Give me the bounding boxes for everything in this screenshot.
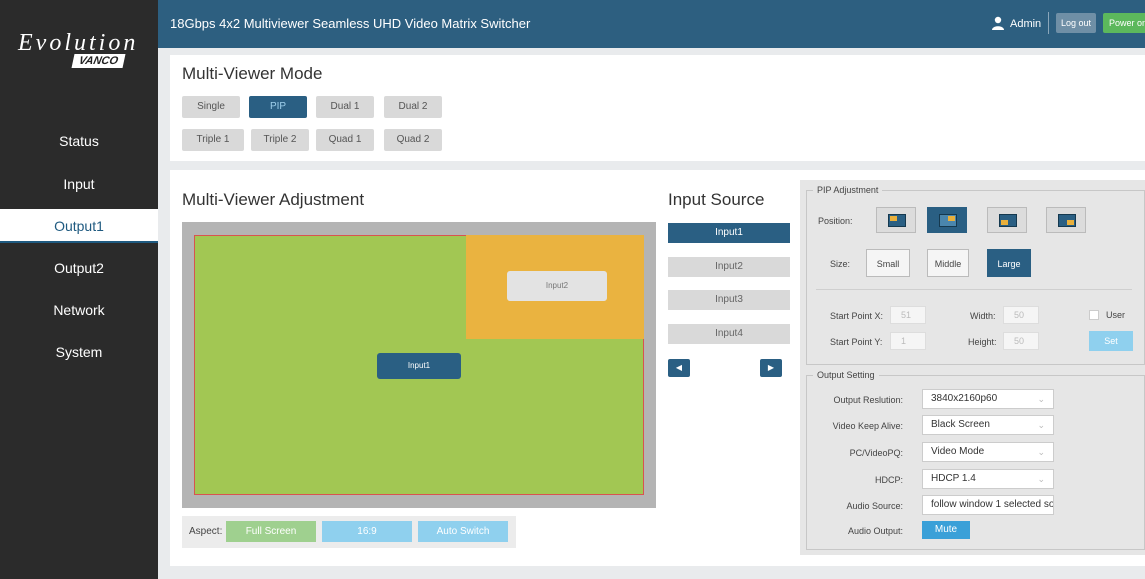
aspect-auto-switch-button[interactable]: Auto Switch — [418, 521, 508, 542]
audio-output-label: Audio Output: — [847, 526, 903, 536]
input-source-3-button[interactable]: Input3 — [668, 290, 790, 310]
sidebar-item-network[interactable]: Network — [0, 293, 158, 327]
mode-triple2-button[interactable]: Triple 2 — [251, 129, 309, 151]
user-name: Admin — [1010, 18, 1042, 30]
output-setting-legend: Output Setting — [817, 370, 875, 380]
output-resolution-value: 3840x2160p60 — [931, 393, 998, 404]
mode-title: Multi-Viewer Mode — [182, 64, 323, 83]
size-large-button[interactable]: Large — [987, 249, 1031, 277]
screen-icon — [939, 214, 957, 227]
evolution-logo: Evolution VANCO — [18, 30, 148, 90]
mode-dual1-button[interactable]: Dual 1 — [316, 96, 374, 118]
start-x-input[interactable]: 51 — [890, 306, 926, 324]
aspect-label: Aspect: — [189, 526, 223, 537]
output-resolution-label: Output Reslution: — [833, 395, 903, 405]
logo-sub: VANCO — [71, 54, 126, 68]
header-divider — [1048, 12, 1049, 34]
aspect-full-screen-button[interactable]: Full Screen — [226, 521, 316, 542]
audio-source-label: Audio Source: — [846, 501, 903, 511]
keep-alive-value: Black Screen — [931, 419, 990, 430]
pc-video-select[interactable]: Video Mode ⌄ — [922, 442, 1054, 462]
height-label: Height: — [968, 337, 997, 347]
start-y-input[interactable]: 1 — [890, 332, 926, 350]
pc-video-value: Video Mode — [931, 446, 985, 457]
hdcp-select[interactable]: HDCP 1.4 ⌄ — [922, 469, 1054, 489]
power-button[interactable]: Power on — [1103, 13, 1145, 33]
mode-quad1-button[interactable]: Quad 1 — [316, 129, 374, 151]
chevron-down-icon: ⌄ — [1037, 394, 1045, 404]
mode-triple1-button[interactable]: Triple 1 — [182, 129, 244, 151]
mode-pip-button[interactable]: PIP — [249, 96, 307, 118]
input-source-2-button[interactable]: Input2 — [668, 257, 790, 277]
header-bar: 18Gbps 4x2 Multiviewer Seamless UHD Vide… — [158, 0, 1145, 48]
pc-video-label: PC/VideoPQ: — [849, 448, 903, 458]
keep-alive-label: Video Keep Alive: — [832, 421, 903, 431]
user-icon — [992, 16, 1004, 30]
position-label: Position: — [818, 216, 853, 226]
sidebar-item-output1[interactable]: Output1 — [0, 209, 158, 243]
position-bottom-right-button[interactable] — [1046, 207, 1086, 233]
width-input[interactable]: 50 — [1003, 306, 1039, 324]
screen-icon — [999, 214, 1017, 227]
chevron-left-icon[interactable]: ◀ — [668, 359, 690, 377]
height-input[interactable]: 50 — [1003, 332, 1039, 350]
adjustment-title: Multi-Viewer Adjustment — [182, 190, 365, 209]
chevron-down-icon: ⌄ — [1037, 447, 1045, 457]
chevron-right-icon[interactable]: ▶ — [760, 359, 782, 377]
main-window-label[interactable]: Input1 — [377, 353, 461, 379]
hdcp-label: HDCP: — [874, 475, 903, 485]
set-button[interactable]: Set — [1089, 331, 1133, 351]
keep-alive-select[interactable]: Black Screen ⌄ — [922, 415, 1054, 435]
input-source-4-button[interactable]: Input4 — [668, 324, 790, 344]
hdcp-value: HDCP 1.4 — [931, 473, 976, 484]
sidebar-item-input[interactable]: Input — [0, 167, 158, 201]
sidebar-item-system[interactable]: System — [0, 335, 158, 369]
sidebar: Evolution VANCO Status Input Output1 Out… — [0, 0, 158, 579]
screen-icon — [888, 214, 906, 227]
pip-adjustment-legend: PIP Adjustment — [817, 185, 879, 195]
position-top-right-button[interactable] — [927, 207, 967, 233]
logout-button[interactable]: Log out — [1056, 13, 1096, 33]
pip-window-label[interactable]: Input2 — [507, 271, 607, 301]
start-y-label: Start Point Y: — [830, 337, 883, 347]
page-title: 18Gbps 4x2 Multiviewer Seamless UHD Vide… — [170, 16, 531, 31]
mute-button[interactable]: Mute — [922, 521, 970, 539]
sidebar-item-status[interactable]: Status — [0, 124, 158, 158]
mode-single-button[interactable]: Single — [182, 96, 240, 118]
sidebar-item-output2[interactable]: Output2 — [0, 251, 158, 285]
chevron-down-icon: ⌄ — [1037, 420, 1045, 430]
audio-source-field[interactable]: follow window 1 selected source — [922, 495, 1054, 515]
start-x-label: Start Point X: — [830, 311, 884, 321]
logo-brand: Evolution — [18, 30, 139, 56]
aspect-16-9-button[interactable]: 16:9 — [322, 521, 412, 542]
pip-divider — [816, 289, 1132, 290]
user-label: User — [1106, 310, 1126, 320]
user-checkbox[interactable] — [1089, 310, 1099, 320]
input-source-title: Input Source — [668, 190, 765, 209]
screen-icon — [1058, 214, 1076, 227]
mode-quad2-button[interactable]: Quad 2 — [384, 129, 442, 151]
mode-dual2-button[interactable]: Dual 2 — [384, 96, 442, 118]
position-top-left-button[interactable] — [876, 207, 916, 233]
width-label: Width: — [970, 311, 996, 321]
output-resolution-select[interactable]: 3840x2160p60 ⌄ — [922, 389, 1054, 409]
size-small-button[interactable]: Small — [866, 249, 910, 277]
size-label: Size: — [830, 259, 851, 269]
size-middle-button[interactable]: Middle — [927, 249, 969, 277]
input-source-1-button[interactable]: Input1 — [668, 223, 790, 243]
chevron-down-icon: ⌄ — [1037, 474, 1045, 484]
position-bottom-left-button[interactable] — [987, 207, 1027, 233]
